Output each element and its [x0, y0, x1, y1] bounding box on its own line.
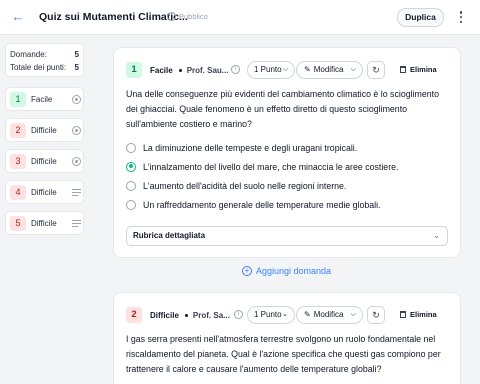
delete-button[interactable]: Elimina: [400, 65, 437, 74]
radio-icon: [72, 157, 81, 166]
points-select[interactable]: 1 Punto ⌵: [247, 61, 295, 79]
total-points-label: Totale dei punti:: [10, 63, 67, 72]
question-number-badge: 4: [10, 185, 26, 200]
questions-count-label: Domande:: [10, 50, 47, 59]
visibility-label: Pubblico: [179, 12, 208, 21]
radio-button[interactable]: [126, 180, 136, 191]
question-header: 1 Facile Prof. Sau...: [126, 61, 228, 79]
info-icon[interactable]: i: [231, 65, 240, 74]
answer-option-1[interactable]: La diminuzione delle tempeste e degli ur…: [126, 141, 357, 154]
regenerate-icon[interactable]: ↻: [367, 306, 385, 324]
answer-option-4[interactable]: Un raffreddamento generale delle tempera…: [126, 198, 381, 211]
radio-icon: [72, 126, 81, 135]
sidebar-question-3[interactable]: 3 Difficile: [5, 149, 84, 173]
question-difficulty: Difficile: [31, 126, 57, 135]
lines-icon: [72, 188, 81, 197]
duplicate-button[interactable]: Duplica: [397, 8, 444, 27]
info-icon[interactable]: i: [234, 310, 243, 319]
author-label: Prof. Sau...: [186, 65, 229, 75]
separator-dot: [184, 313, 188, 317]
chevron-down-icon: ⌵: [350, 311, 356, 318]
radio-button[interactable]: [126, 199, 136, 210]
question-difficulty: Difficile: [31, 219, 57, 228]
back-arrow-icon[interactable]: ←: [11, 10, 25, 24]
trash-icon: [400, 311, 406, 318]
question-card-1: 1 Facile Prof. Sau... i 1 Punto ⌵ ✎ Modifi…: [113, 47, 461, 258]
edit-label: Modifica: [313, 65, 344, 74]
answer-option-2[interactable]: L'innalzamento del livello del mare, che…: [126, 160, 398, 173]
question-number-badge: 2: [10, 123, 26, 138]
points-value: 1 Punto: [254, 310, 282, 319]
radio-button[interactable]: [126, 142, 136, 153]
sidebar-question-5[interactable]: 5 Difficile: [5, 211, 84, 235]
separator-dot: [178, 68, 182, 72]
question-number-badge: 5: [10, 216, 26, 231]
rubric-label: Rubrica dettagliata: [133, 231, 206, 240]
question-text: Una delle conseguenze più evidenti del c…: [126, 89, 439, 129]
quiz-summary: Domande: 5 Totale dei punti: 5: [5, 43, 84, 77]
more-options-icon[interactable]: [458, 9, 464, 25]
delete-button[interactable]: Elimina: [400, 310, 437, 319]
difficulty-label: Facile: [150, 65, 173, 75]
question-text: I gas serra presenti nell'atmosfera terr…: [126, 334, 441, 374]
question-difficulty: Facile: [31, 95, 53, 104]
sidebar-question-2[interactable]: 2 Difficile: [5, 118, 84, 142]
question-number-badge: 1: [10, 92, 26, 107]
questions-count-value: 5: [74, 50, 79, 59]
option-text: La diminuzione delle tempeste e degli ur…: [143, 142, 358, 153]
answer-option-3[interactable]: L'aumento dell'acidità del suolo nelle r…: [126, 179, 346, 192]
sidebar-question-4[interactable]: 4 Difficile: [5, 180, 84, 204]
edit-button[interactable]: ✎ Modifica ⌵: [296, 61, 363, 79]
add-question-button[interactable]: + Aggiungi domanda: [242, 266, 331, 276]
sidebar-question-1[interactable]: 1 Facile: [5, 87, 84, 111]
option-text: L'aumento dell'acidità del suolo nelle r…: [143, 180, 347, 191]
chevron-down-icon: ⌄: [282, 311, 288, 318]
delete-label: Elimina: [410, 310, 437, 319]
rubric-dropdown[interactable]: Rubrica dettagliata ⌄: [126, 226, 448, 246]
chevron-down-icon: ⌄: [433, 231, 440, 240]
radio-icon: [72, 95, 81, 104]
radio-button-selected[interactable]: [126, 161, 136, 172]
difficulty-label: Difficile: [150, 310, 179, 320]
globe-icon: [167, 12, 176, 21]
trash-icon: [400, 66, 406, 73]
option-text: L'innalzamento del livello del mare, che…: [143, 161, 399, 172]
author-label: Prof. Sa...: [192, 310, 230, 320]
lines-icon: [72, 219, 81, 228]
chevron-down-icon: ⌵: [350, 66, 356, 73]
top-bar: ← Quiz sui Mutamenti Climatic... Pubblic…: [0, 0, 480, 35]
delete-label: Elimina: [410, 65, 437, 74]
question-header: 2 Difficile Prof. Sa...: [126, 306, 230, 324]
question-difficulty: Difficile: [31, 188, 57, 197]
question-card-2: 2 Difficile Prof. Sa... i 1 Punto ⌄ ✎ Modi…: [113, 292, 461, 384]
option-text: Un raffreddamento generale delle tempera…: [143, 199, 381, 210]
question-number-badge: 3: [10, 154, 26, 169]
regenerate-icon[interactable]: ↻: [367, 61, 385, 79]
quiz-title[interactable]: Quiz sui Mutamenti Climatic...: [39, 11, 188, 23]
plus-circle-icon: +: [242, 266, 252, 276]
question-difficulty: Difficile: [31, 157, 57, 166]
add-question-label: Aggiungi domanda: [256, 266, 332, 276]
pencil-icon: ✎: [304, 310, 311, 319]
question-number-badge: 2: [126, 307, 142, 323]
chevron-down-icon: ⌵: [282, 66, 288, 73]
pencil-icon: ✎: [304, 65, 311, 74]
edit-label: Modifica: [313, 310, 344, 319]
points-value: 1 Punto: [254, 65, 282, 74]
total-points-value: 5: [74, 63, 79, 72]
edit-button[interactable]: ✎ Modifica ⌵: [296, 306, 363, 324]
question-number-badge: 1: [126, 62, 142, 78]
points-select[interactable]: 1 Punto ⌄: [247, 306, 295, 324]
